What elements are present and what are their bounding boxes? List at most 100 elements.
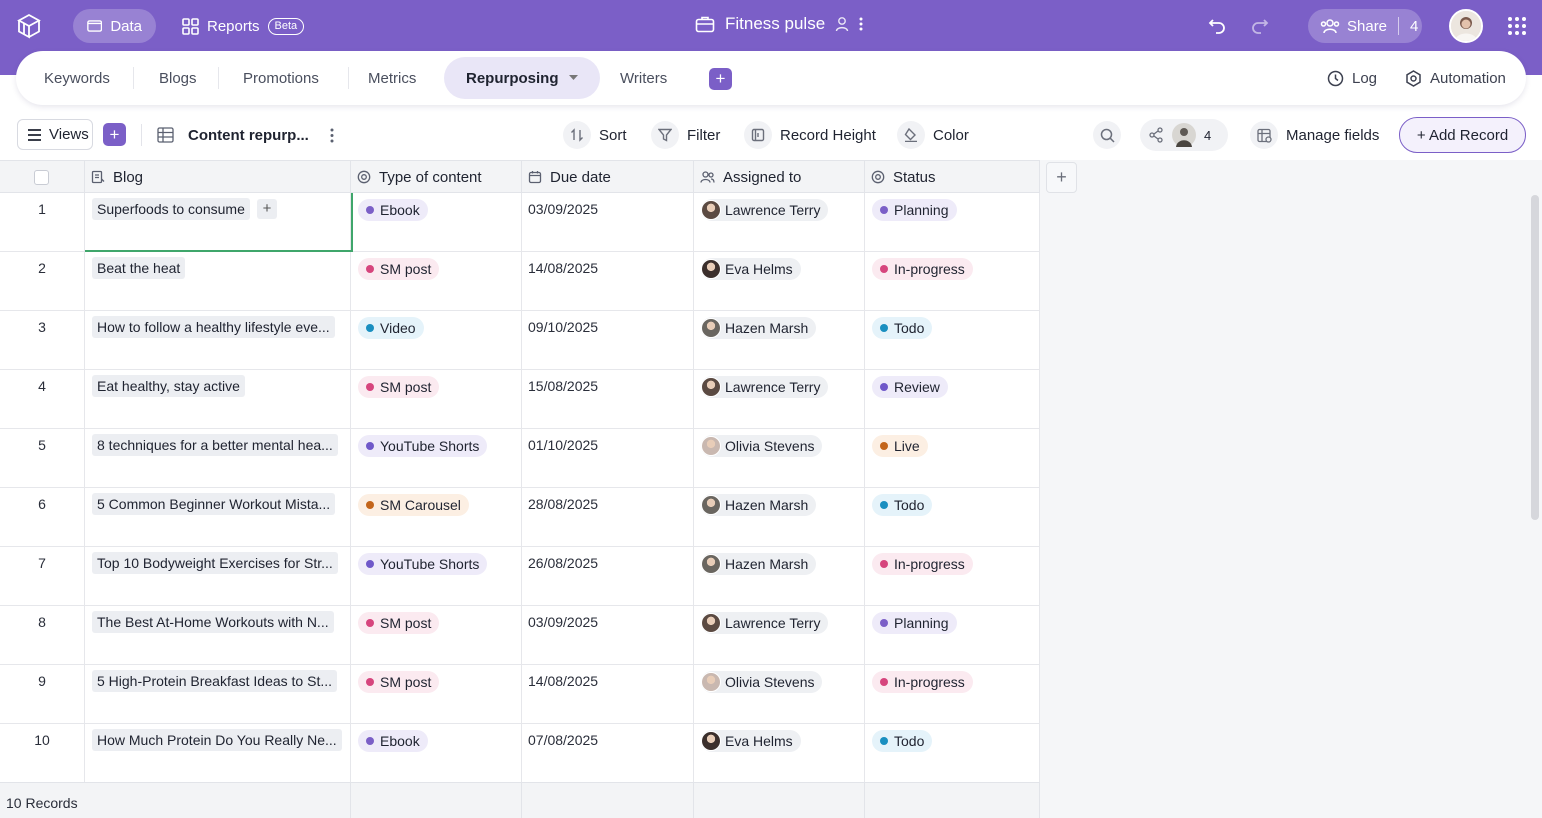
type-tag[interactable]: Ebook: [358, 730, 428, 752]
status-cell[interactable]: Todo: [865, 311, 1040, 370]
blog-cell[interactable]: Superfoods to consume +: [85, 193, 351, 252]
status-cell[interactable]: Live: [865, 429, 1040, 488]
type-cell[interactable]: SM post: [351, 370, 522, 429]
status-badge[interactable]: Planning: [872, 199, 957, 221]
share-button[interactable]: Share 4: [1308, 9, 1422, 43]
view-more-icon[interactable]: [330, 128, 334, 143]
row-number-cell[interactable]: 10: [0, 724, 85, 783]
table-row[interactable]: 7 Top 10 Bodyweight Exercises for Str... Y…: [0, 547, 1040, 606]
assigned-cell[interactable]: Eva Helms: [694, 252, 865, 311]
blog-link-chip[interactable]: Beat the heat: [92, 257, 186, 279]
due-date-cell[interactable]: 14/08/2025: [522, 665, 694, 724]
assignee-chip[interactable]: Lawrence Terry: [701, 199, 829, 221]
assignee-chip[interactable]: Eva Helms: [701, 730, 801, 752]
add-field-button[interactable]: +: [1046, 162, 1077, 193]
status-cell[interactable]: In-progress: [865, 252, 1040, 311]
type-cell[interactable]: SM post: [351, 665, 522, 724]
row-number-cell[interactable]: 7: [0, 547, 85, 606]
table-row[interactable]: 3 How to follow a healthy lifestyle eve..…: [0, 311, 1040, 370]
table-row[interactable]: 9 5 High-Protein Breakfast Ideas to St...…: [0, 665, 1040, 724]
blog-cell[interactable]: Eat healthy, stay active: [85, 370, 351, 429]
table-row[interactable]: 6 5 Common Beginner Workout Mista... SM Ca…: [0, 488, 1040, 547]
row-number-cell[interactable]: 8: [0, 606, 85, 665]
blog-cell[interactable]: How to follow a healthy lifestyle eve...: [85, 311, 351, 370]
tab-metrics[interactable]: Metrics: [368, 51, 416, 105]
type-cell[interactable]: SM post: [351, 606, 522, 665]
blog-link-chip[interactable]: The Best At-Home Workouts with N...: [92, 611, 334, 633]
color-button[interactable]: Color: [897, 112, 969, 158]
row-number-cell[interactable]: 2: [0, 252, 85, 311]
assignee-chip[interactable]: Eva Helms: [701, 258, 801, 280]
table-row[interactable]: 5 8 techniques for a better mental hea...…: [0, 429, 1040, 488]
add-view-button[interactable]: +: [103, 123, 126, 146]
type-cell[interactable]: SM post: [351, 252, 522, 311]
add-record-button[interactable]: + Add Record: [1399, 117, 1526, 153]
tab-keywords[interactable]: Keywords: [44, 51, 110, 105]
status-cell[interactable]: Planning: [865, 193, 1040, 252]
add-table-button[interactable]: +: [709, 68, 732, 90]
assignee-chip[interactable]: Hazen Marsh: [701, 494, 817, 516]
blog-link-chip[interactable]: How Much Protein Do You Really Ne...: [92, 729, 342, 751]
row-number-cell[interactable]: 6: [0, 488, 85, 547]
manage-fields-button[interactable]: Manage fields: [1250, 112, 1379, 158]
app-logo-icon[interactable]: [16, 13, 42, 39]
footer-summary-cell[interactable]: [865, 783, 1040, 818]
due-date-cell[interactable]: 09/10/2025: [522, 311, 694, 370]
status-cell[interactable]: Review: [865, 370, 1040, 429]
row-number-cell[interactable]: 5: [0, 429, 85, 488]
blog-link-chip[interactable]: Superfoods to consume: [92, 198, 250, 220]
due-date-cell[interactable]: 07/08/2025: [522, 724, 694, 783]
table-row[interactable]: 1 Superfoods to consume + Ebook 03/09/2025 La…: [0, 193, 1040, 252]
header-status[interactable]: Status: [865, 161, 1040, 193]
automation-button[interactable]: Automation: [1405, 51, 1506, 105]
table-row[interactable]: 8 The Best At-Home Workouts with N... SM p…: [0, 606, 1040, 665]
blog-link-chip[interactable]: Top 10 Bodyweight Exercises for Str...: [92, 552, 338, 574]
assignee-chip[interactable]: Olivia Stevens: [701, 435, 823, 457]
due-date-cell[interactable]: 15/08/2025: [522, 370, 694, 429]
row-number-cell[interactable]: 1: [0, 193, 85, 252]
due-date-cell[interactable]: 03/09/2025: [522, 193, 694, 252]
row-number-cell[interactable]: 4: [0, 370, 85, 429]
type-cell[interactable]: Ebook: [351, 724, 522, 783]
status-cell[interactable]: In-progress: [865, 665, 1040, 724]
log-button[interactable]: Log: [1327, 51, 1377, 105]
assigned-cell[interactable]: Olivia Stevens: [694, 665, 865, 724]
type-tag[interactable]: SM Carousel: [358, 494, 469, 516]
type-tag[interactable]: SM post: [358, 376, 440, 398]
filter-button[interactable]: Filter: [651, 112, 720, 158]
header-assigned[interactable]: Assigned to: [694, 161, 865, 193]
tab-repurposing[interactable]: Repurposing: [444, 57, 600, 99]
type-tag[interactable]: Video: [358, 317, 424, 339]
type-cell[interactable]: SM Carousel: [351, 488, 522, 547]
assigned-cell[interactable]: Lawrence Terry: [694, 193, 865, 252]
vertical-scrollbar[interactable]: [1531, 195, 1539, 520]
record-height-button[interactable]: Record Height: [744, 112, 876, 158]
status-badge[interactable]: In-progress: [872, 258, 973, 280]
assignee-chip[interactable]: Olivia Stevens: [701, 671, 823, 693]
type-cell[interactable]: YouTube Shorts: [351, 547, 522, 606]
assignee-chip[interactable]: Lawrence Terry: [701, 612, 829, 634]
due-date-cell[interactable]: 01/10/2025: [522, 429, 694, 488]
due-date-cell[interactable]: 26/08/2025: [522, 547, 694, 606]
header-blog[interactable]: Blog: [85, 161, 351, 193]
user-avatar[interactable]: [1449, 9, 1483, 43]
assignee-chip[interactable]: Lawrence Terry: [701, 376, 829, 398]
current-view[interactable]: Content repurp...: [157, 112, 309, 158]
app-title[interactable]: Fitness pulse: [725, 14, 825, 34]
type-tag[interactable]: SM post: [358, 671, 440, 693]
caret-down-icon[interactable]: [568, 75, 578, 81]
assigned-cell[interactable]: Lawrence Terry: [694, 370, 865, 429]
due-date-cell[interactable]: 28/08/2025: [522, 488, 694, 547]
more-vertical-icon[interactable]: [859, 16, 863, 32]
tab-writers[interactable]: Writers: [620, 51, 667, 105]
assigned-cell[interactable]: Hazen Marsh: [694, 547, 865, 606]
type-cell[interactable]: YouTube Shorts: [351, 429, 522, 488]
type-tag[interactable]: SM post: [358, 612, 440, 634]
data-nav-button[interactable]: Data: [73, 9, 156, 43]
select-all-checkbox[interactable]: [34, 170, 49, 185]
assigned-cell[interactable]: Hazen Marsh: [694, 488, 865, 547]
blog-cell[interactable]: 5 High-Protein Breakfast Ideas to St...: [85, 665, 351, 724]
type-tag[interactable]: Ebook: [358, 199, 428, 221]
type-tag[interactable]: SM post: [358, 258, 440, 280]
due-date-cell[interactable]: 03/09/2025: [522, 606, 694, 665]
